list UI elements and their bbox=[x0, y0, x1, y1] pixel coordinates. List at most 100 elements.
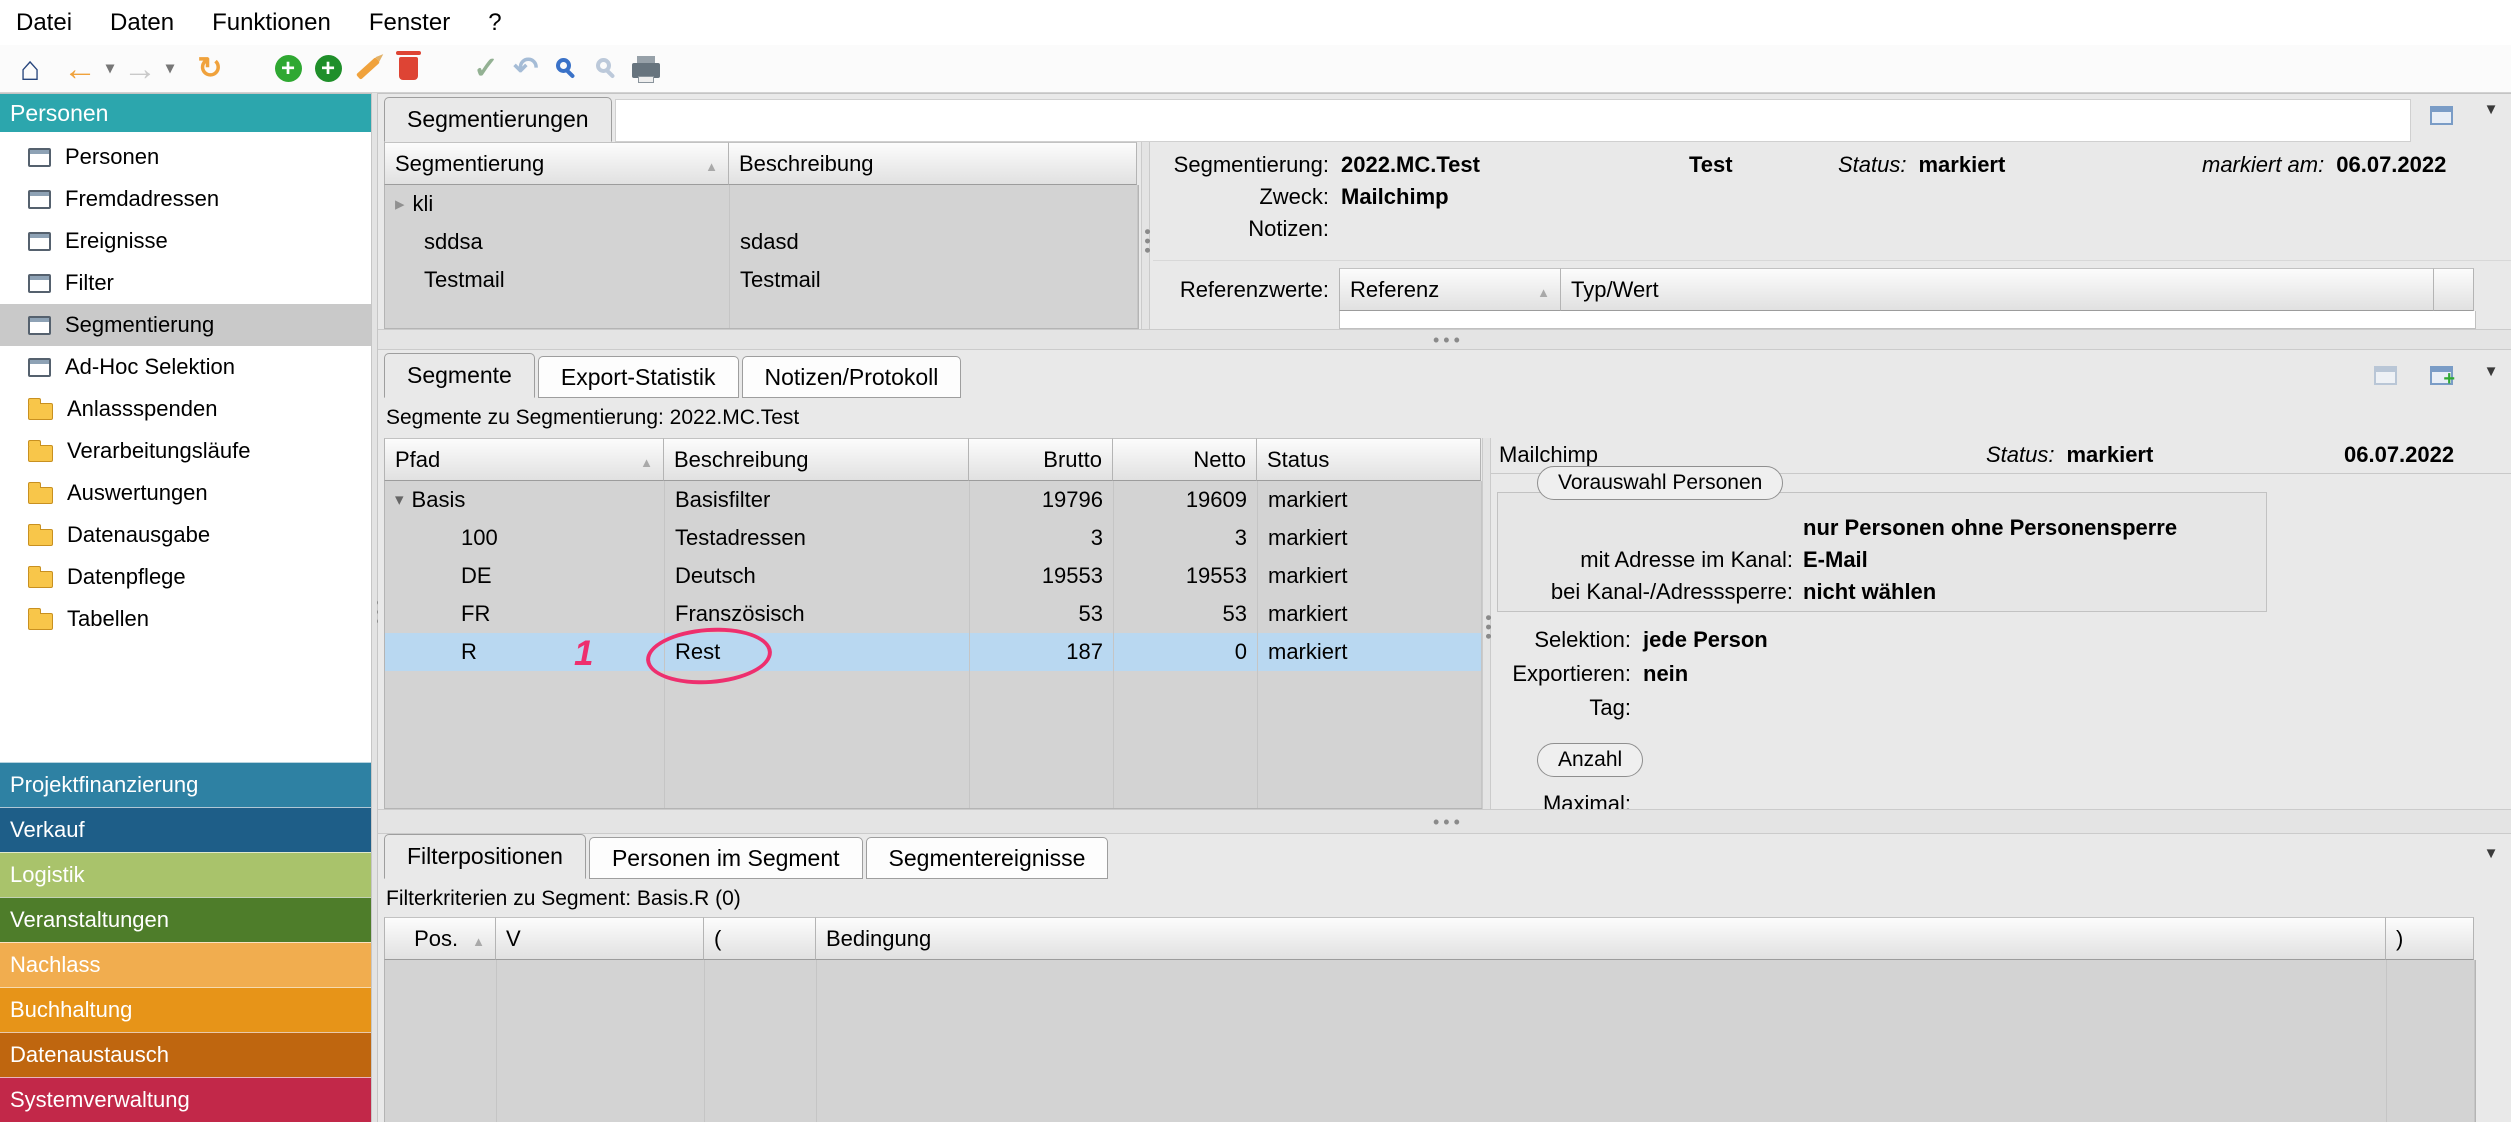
column-header-pfad[interactable]: Pfad bbox=[384, 438, 664, 481]
tab-segmente[interactable]: Segmente bbox=[384, 353, 535, 398]
annotation-number-1: 1 bbox=[574, 634, 593, 674]
horizontal-splitter-2[interactable]: ••• bbox=[378, 809, 2511, 834]
table-row-testmail[interactable]: Testmail Testmail bbox=[385, 261, 1138, 299]
collapse-top-panel-icon[interactable] bbox=[2478, 98, 2504, 120]
module-verkauf[interactable]: Verkauf bbox=[0, 807, 371, 852]
sidebar-item-ereignisse[interactable]: Ereignisse bbox=[0, 220, 371, 262]
sidebar-item-fremdadressen[interactable]: Fremdadressen bbox=[0, 178, 371, 220]
tab-segmentereignisse[interactable]: Segmentereignisse bbox=[866, 837, 1109, 879]
edit-icon[interactable] bbox=[348, 47, 388, 91]
module-projektfinanzierung[interactable]: Projektfinanzierung bbox=[0, 762, 371, 807]
column-header-brutto[interactable]: Brutto bbox=[969, 438, 1113, 481]
middle-panel-splitter[interactable]: ••• bbox=[1482, 438, 1491, 809]
search-icon[interactable] bbox=[546, 47, 586, 91]
column-header-beschreibung[interactable]: Beschreibung bbox=[664, 438, 969, 481]
segment-row-fr[interactable]: FR Franszösisch 53 53 markiert bbox=[385, 595, 1482, 633]
column-header-typ-wert[interactable]: Typ/Wert bbox=[1561, 268, 2434, 311]
window-icon bbox=[28, 190, 51, 209]
forward-dropdown-icon[interactable] bbox=[160, 47, 180, 91]
print-icon[interactable] bbox=[626, 47, 666, 91]
anzahl-button[interactable]: Anzahl bbox=[1537, 743, 1643, 777]
module-datenaustausch[interactable]: Datenaustausch bbox=[0, 1032, 371, 1077]
table-row-sddsa[interactable]: sddsa sdasd bbox=[385, 223, 1138, 261]
seg-value2: Test bbox=[1689, 152, 1733, 178]
cell-pfad: R bbox=[385, 633, 665, 671]
add-icon[interactable]: + bbox=[268, 47, 308, 91]
column-label: Bedingung bbox=[826, 926, 931, 952]
module-nachlass[interactable]: Nachlass bbox=[0, 942, 371, 987]
module-veranstaltungen[interactable]: Veranstaltungen bbox=[0, 897, 371, 942]
sidebar-item-adhoc-selektion[interactable]: Ad-Hoc Selektion bbox=[0, 346, 371, 388]
home-icon[interactable] bbox=[10, 47, 50, 91]
column-header-status[interactable]: Status bbox=[1257, 438, 1481, 481]
delete-icon[interactable] bbox=[388, 47, 428, 91]
column-header-close-paren[interactable]: ) bbox=[2386, 917, 2474, 960]
vorauswahl-personen-button[interactable]: Vorauswahl Personen bbox=[1537, 466, 1783, 500]
column-header-v[interactable]: V bbox=[496, 917, 704, 960]
segment-row-r[interactable]: R Rest 187 0 markiert bbox=[385, 633, 1482, 671]
confirm-icon[interactable] bbox=[466, 47, 506, 91]
sidebar-item-datenausgabe[interactable]: Datenausgabe bbox=[0, 514, 371, 556]
back-dropdown-icon[interactable] bbox=[100, 47, 120, 91]
module-systemverwaltung[interactable]: Systemverwaltung bbox=[0, 1077, 371, 1122]
referenzwerte-table-body bbox=[1339, 311, 2476, 329]
details-divider bbox=[1153, 260, 2511, 261]
segment-row-basis[interactable]: Basis Basisfilter 19796 19609 markiert bbox=[385, 481, 1482, 519]
splitter-handle-icon: ••• bbox=[1433, 330, 1464, 351]
module-buchhaltung[interactable]: Buchhaltung bbox=[0, 987, 371, 1032]
column-header-pos[interactable]: Pos. bbox=[384, 917, 496, 960]
menu-daten[interactable]: Daten bbox=[110, 9, 174, 37]
collapse-bottom-panel-icon[interactable] bbox=[2478, 842, 2504, 864]
column-header-beschreibung[interactable]: Beschreibung bbox=[729, 142, 1137, 185]
seg-value: 2022.MC.Test bbox=[1341, 152, 1480, 178]
module-label: Nachlass bbox=[10, 952, 100, 978]
table-row-empty bbox=[385, 1112, 2475, 1122]
sidebar-item-segmentierung[interactable]: Segmentierung bbox=[0, 304, 371, 346]
menu-datei[interactable]: Datei bbox=[16, 9, 72, 37]
tab-export-statistik[interactable]: Export-Statistik bbox=[538, 356, 739, 398]
menu-fenster[interactable]: Fenster bbox=[369, 9, 450, 37]
search-disabled-icon[interactable] bbox=[586, 47, 626, 91]
tab-segmentierungen[interactable]: Segmentierungen bbox=[384, 97, 612, 142]
selektion-label: Selektion: bbox=[1497, 627, 1631, 653]
tab-filterpositionen[interactable]: Filterpositionen bbox=[384, 834, 586, 879]
cell-beschreibung: sdasd bbox=[730, 223, 1138, 261]
segment-row-de[interactable]: DE Deutsch 19553 19553 markiert bbox=[385, 557, 1482, 595]
sidebar-item-personen[interactable]: Personen bbox=[0, 136, 371, 178]
collapse-middle-panel-icon[interactable] bbox=[2478, 360, 2504, 382]
sidebar-item-verarbeitungslaeufe[interactable]: Verarbeitungsläufe bbox=[0, 430, 371, 472]
refresh-icon[interactable] bbox=[190, 47, 230, 91]
sort-asc-icon bbox=[1529, 277, 1550, 303]
cell-beschreibung: Basisfilter bbox=[665, 481, 970, 519]
module-logistik[interactable]: Logistik bbox=[0, 852, 371, 897]
panel-add-icon[interactable] bbox=[2430, 366, 2453, 385]
top-panel-splitter[interactable]: ••• bbox=[1141, 142, 1150, 329]
collapse-icon[interactable] bbox=[395, 490, 404, 510]
sidebar-splitter[interactable]: ••• bbox=[371, 93, 378, 1122]
panel-restore-disabled-icon[interactable] bbox=[2374, 366, 2397, 385]
panel-restore-icon[interactable] bbox=[2430, 106, 2453, 125]
sidebar-item-filter[interactable]: Filter bbox=[0, 262, 371, 304]
menu-help[interactable]: ? bbox=[488, 9, 501, 37]
undo-icon[interactable] bbox=[506, 47, 546, 91]
column-header-netto[interactable]: Netto bbox=[1113, 438, 1257, 481]
sidebar-item-anlassspenden[interactable]: Anlassspenden bbox=[0, 388, 371, 430]
segment-row-100[interactable]: 100 Testadressen 3 3 markiert bbox=[385, 519, 1482, 557]
column-header-open-paren[interactable]: ( bbox=[704, 917, 816, 960]
table-row-kli[interactable]: kli bbox=[385, 185, 1138, 223]
column-header-bedingung[interactable]: Bedingung bbox=[816, 917, 2386, 960]
sidebar-item-tabellen[interactable]: Tabellen bbox=[0, 598, 371, 640]
sidebar-item-datenpflege[interactable]: Datenpflege bbox=[0, 556, 371, 598]
column-header-referenz[interactable]: Referenz bbox=[1339, 268, 1561, 311]
tab-notizen-protokoll[interactable]: Notizen/Protokoll bbox=[742, 356, 962, 398]
forward-icon[interactable] bbox=[120, 47, 160, 91]
add-copy-icon[interactable]: + bbox=[308, 47, 348, 91]
folder-icon bbox=[28, 571, 53, 588]
back-icon[interactable] bbox=[60, 47, 100, 91]
menu-funktionen[interactable]: Funktionen bbox=[212, 9, 331, 37]
expand-icon[interactable] bbox=[395, 193, 405, 216]
tab-personen-im-segment[interactable]: Personen im Segment bbox=[589, 837, 863, 879]
column-header-segmentierung[interactable]: Segmentierung bbox=[384, 142, 729, 185]
horizontal-splitter-1[interactable]: ••• bbox=[378, 329, 2511, 350]
sidebar-item-auswertungen[interactable]: Auswertungen bbox=[0, 472, 371, 514]
